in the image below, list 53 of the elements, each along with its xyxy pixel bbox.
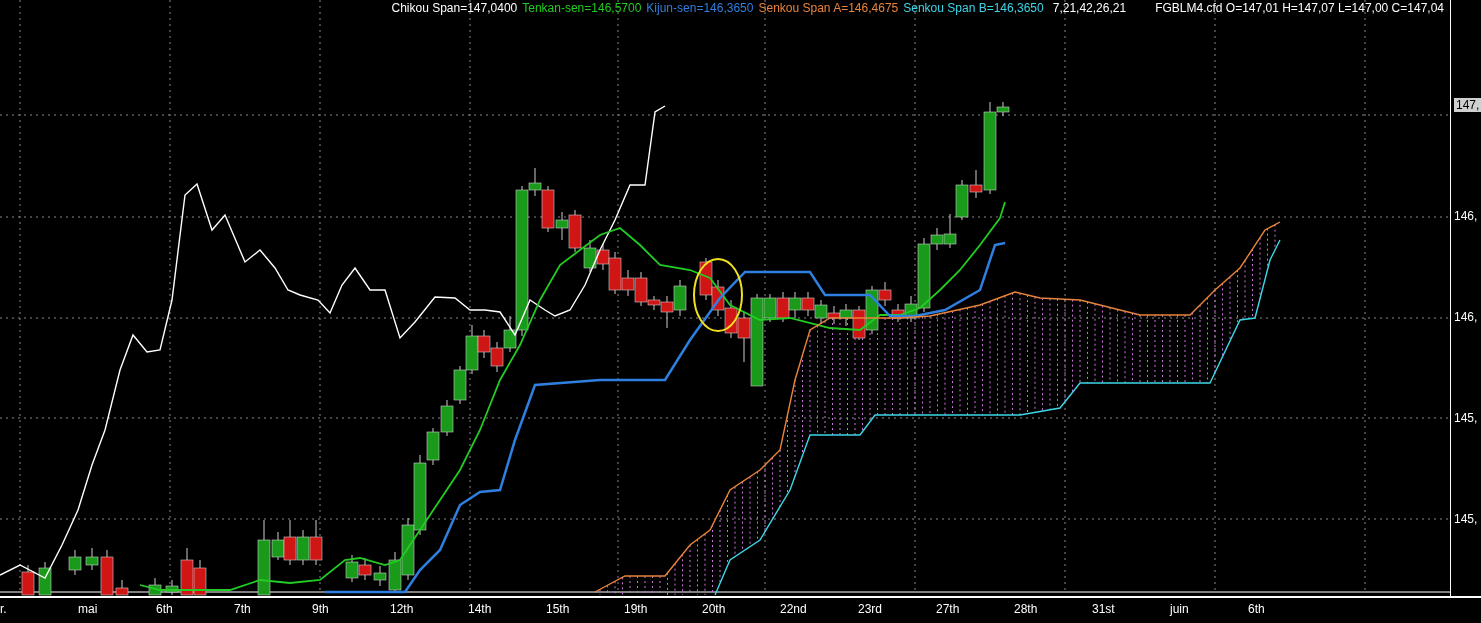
axis-label: 19th: [624, 602, 648, 616]
candlestick: [776, 291, 790, 323]
quote-text: FGBLM4.cfd O=147,01 H=147,07 L=147,00 C=147,04: [1155, 1, 1444, 15]
candlestick: [583, 239, 597, 273]
axis-label: 14th: [468, 602, 492, 616]
axis-label: 145,: [1454, 411, 1478, 425]
axis-label: mai: [78, 602, 98, 616]
candlestick: [148, 577, 162, 596]
candlestick: [358, 557, 372, 581]
candlestick: [193, 559, 207, 596]
axis-label: r.: [0, 602, 7, 616]
legend-item: Senkou Span A=146,4675: [758, 1, 899, 15]
axis-label: 12th: [390, 602, 414, 616]
candlestick: [801, 291, 815, 317]
legend-item: Chikou Span=147,0400: [391, 1, 518, 15]
candlestick: [453, 365, 467, 405]
candlestick: [490, 341, 504, 373]
candlestick: [827, 305, 841, 325]
axis-label: 28th: [1014, 602, 1038, 616]
axis-label: 6th: [1248, 602, 1265, 616]
candlestick: [955, 179, 969, 221]
candlestick: [891, 303, 905, 323]
candlestick: [814, 299, 828, 325]
candlestick: [345, 554, 359, 583]
candlestick: [724, 299, 738, 339]
axis-label: 9th: [312, 602, 329, 616]
axis-label: 146,: [1454, 209, 1478, 223]
axis-label: 27th: [936, 602, 960, 616]
axis-label: 20th: [702, 602, 726, 616]
candlestick: [38, 561, 52, 596]
indicator-parameters: 7,21,42,26,21: [1052, 1, 1127, 15]
axis-label: 6th: [156, 602, 173, 616]
axis-label: juin: [1170, 602, 1189, 616]
candlestick: [296, 529, 310, 566]
candlestick: [788, 291, 802, 319]
candlestick: [440, 399, 454, 437]
axis-label: 146,: [1454, 310, 1478, 324]
axis-label: 15th: [546, 602, 570, 616]
axis-label: 7th: [234, 602, 251, 616]
price-tag: 147,: [1454, 98, 1481, 112]
axis-label: 23rd: [858, 602, 883, 616]
legend-item: Kijun-sen=146,3650: [646, 1, 754, 15]
candlestick: [21, 564, 35, 596]
axis-label: 145,: [1454, 512, 1478, 526]
candlestick: [699, 257, 713, 301]
legend-item: Senkou Span B=146,3650: [903, 1, 1044, 15]
axis-label: 31st: [1092, 602, 1115, 616]
legend-item: Tenkan-sen=146,5700: [522, 1, 642, 15]
candlestick: [711, 279, 725, 317]
axis-label: 22nd: [780, 602, 807, 616]
candlestick: [673, 279, 687, 317]
candlestick: [68, 549, 82, 576]
candlestick: [309, 519, 323, 566]
